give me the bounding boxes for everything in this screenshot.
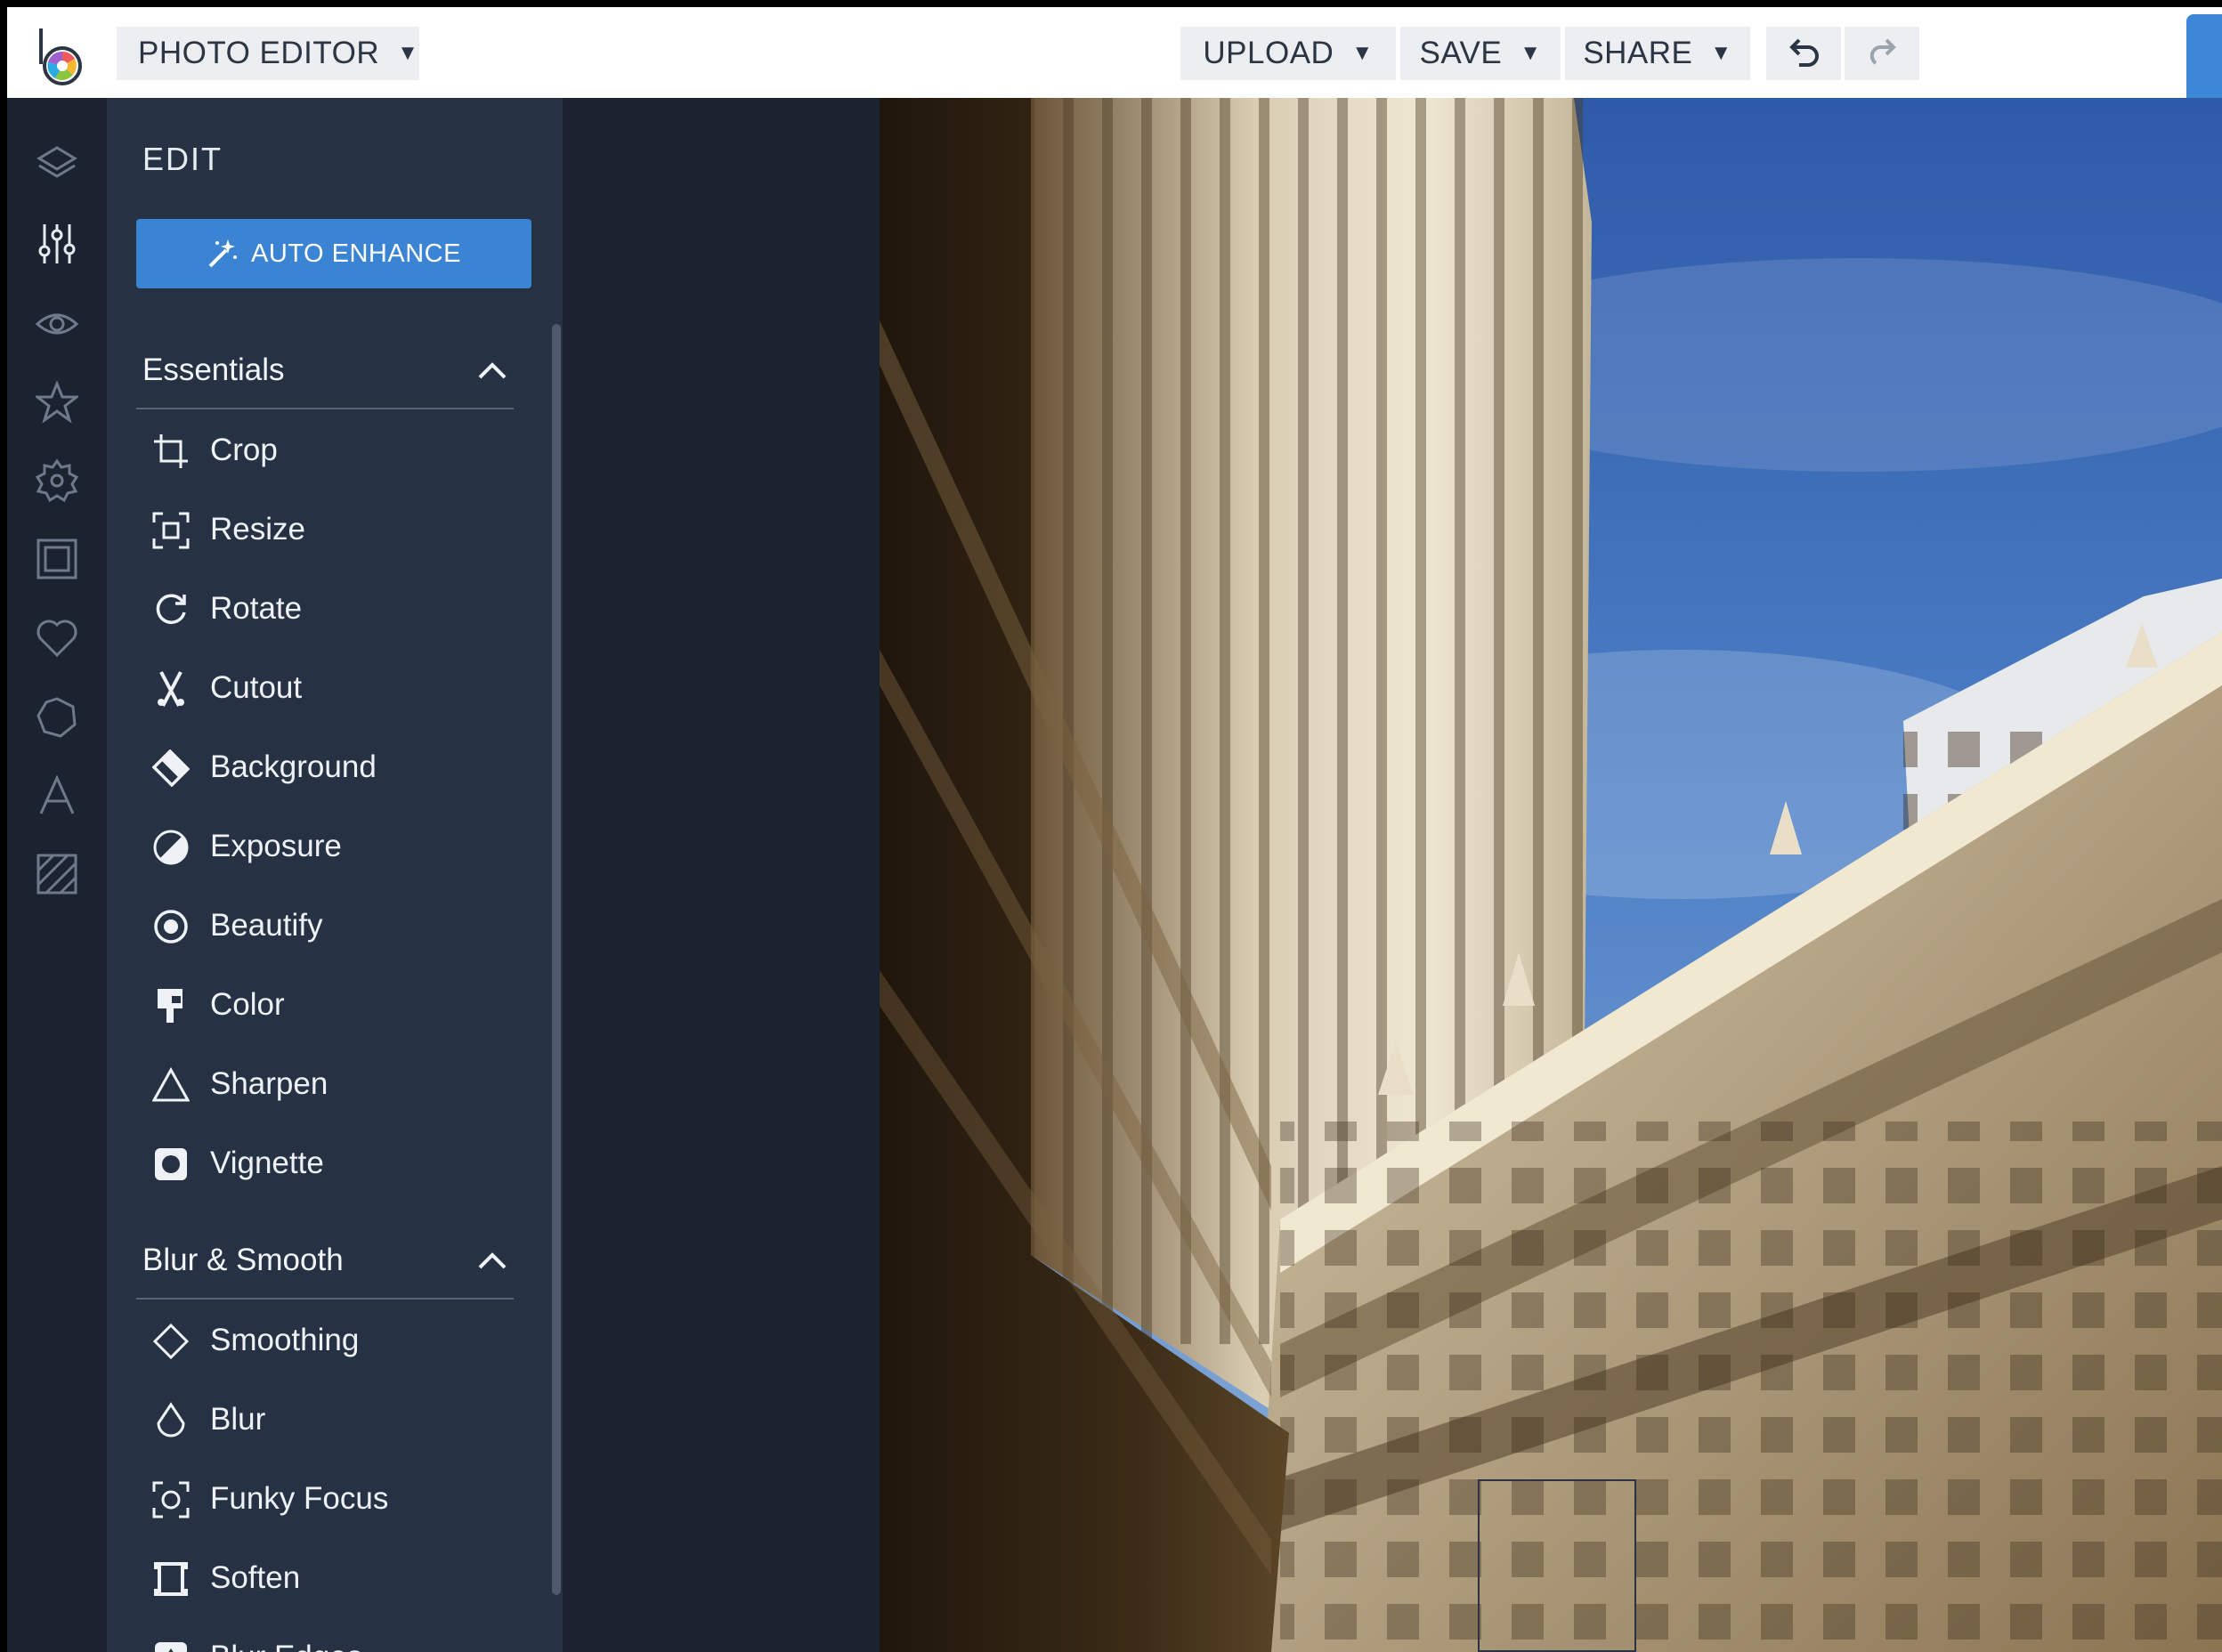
tool-item-label: Funky Focus (210, 1481, 389, 1516)
droplet-icon (157, 1402, 185, 1437)
tool-item-label: Color (210, 987, 285, 1022)
city-buildings-photo[interactable] (880, 98, 2222, 1652)
shape-icon[interactable] (36, 696, 78, 739)
tool-item-label: Cutout (210, 670, 303, 705)
badge-icon[interactable] (36, 459, 78, 502)
tool-item-label: Blur Edges (210, 1640, 362, 1652)
tool-item-cutout[interactable]: Cutout (136, 649, 514, 727)
texture-icon[interactable] (36, 853, 78, 895)
save-button-label: SAVE (1419, 36, 1503, 70)
tool-item-label: Smoothing (210, 1323, 360, 1357)
tool-item-background[interactable]: Background (136, 728, 514, 806)
tool-item-label: Blur (210, 1402, 266, 1437)
beautify-icon (154, 910, 188, 943)
blur-edges-icon (155, 1642, 187, 1652)
tool-item-label: Vignette (210, 1146, 324, 1180)
tool-item-label: Sharpen (210, 1066, 328, 1101)
canvas-background (563, 98, 880, 1652)
text-icon[interactable] (36, 774, 78, 817)
photo-canvas (880, 98, 2222, 1652)
chevron-up-icon (478, 362, 507, 379)
chevron-down-icon: ▼ (397, 41, 419, 65)
photo-editor-menu-button[interactable]: PHOTO EDITOR ▼ (117, 27, 419, 80)
tool-item-rotate[interactable]: Rotate (136, 570, 514, 648)
eraser-icon (152, 749, 190, 787)
save-button[interactable]: SAVE ▼ (1400, 27, 1561, 80)
tool-item-label: Soften (210, 1560, 301, 1595)
crop-icon (154, 434, 188, 468)
tool-item-smoothing[interactable]: Smoothing (136, 1301, 514, 1380)
panel-title: EDIT (142, 141, 223, 177)
tool-item-vignette[interactable]: Vignette (136, 1124, 514, 1203)
chevron-down-icon: ▼ (1710, 41, 1732, 65)
navigator-minimap[interactable] (1478, 1479, 1636, 1652)
tool-item-label: Resize (210, 512, 305, 547)
essentials-section-header[interactable]: Essentials (136, 336, 514, 409)
tool-item-blur-edges[interactable]: Blur Edges (136, 1618, 514, 1652)
tool-item-soften[interactable]: Soften (136, 1539, 514, 1617)
resize-icon (152, 512, 190, 549)
magic-wand-icon (208, 239, 238, 268)
tool-item-label: Crop (210, 433, 278, 467)
blur-smooth-heading: Blur & Smooth (142, 1243, 344, 1277)
scissors-icon (158, 671, 184, 707)
exposure-icon (153, 830, 189, 865)
focus-icon (152, 1481, 190, 1518)
chevron-down-icon: ▼ (1351, 41, 1374, 65)
paint-bucket-icon (158, 989, 182, 1023)
share-button[interactable]: SHARE ▼ (1565, 27, 1750, 80)
tool-item-label: Rotate (210, 591, 303, 626)
layers-icon[interactable] (36, 144, 78, 187)
vignette-icon (155, 1148, 187, 1180)
chevron-down-icon: ▼ (1520, 41, 1542, 65)
tool-item-label: Exposure (210, 829, 342, 863)
upload-button-label: UPLOAD (1203, 36, 1334, 70)
tool-item-label: Beautify (210, 908, 323, 943)
befunky-logo-icon[interactable] (36, 27, 87, 87)
top-toolbar: PHOTO EDITOR ▼ UPLOAD ▼ SAVE ▼ SHARE ▼ (7, 7, 2222, 98)
tool-category-rail (7, 98, 107, 1652)
undo-icon (1789, 38, 1819, 67)
tool-item-blur[interactable]: Blur (136, 1381, 514, 1459)
undo-button[interactable] (1766, 27, 1841, 80)
star-icon[interactable] (36, 381, 78, 424)
tool-item-funky-focus[interactable]: Funky Focus (136, 1460, 514, 1538)
edit-panel: EDIT AUTO ENHANCE Essentials Crop Resize… (107, 98, 563, 1652)
upload-button[interactable]: UPLOAD ▼ (1180, 27, 1396, 80)
photo-editor-menu-label: PHOTO EDITOR (138, 36, 380, 70)
tool-item-crop[interactable]: Crop (136, 411, 514, 490)
tool-item-beautify[interactable]: Beautify (136, 887, 514, 965)
rotate-icon (156, 594, 186, 624)
share-button-label: SHARE (1583, 36, 1693, 70)
redo-icon (1869, 38, 1896, 65)
heart-icon[interactable] (36, 616, 78, 659)
auto-enhance-button[interactable]: AUTO ENHANCE (136, 219, 531, 288)
diamond-icon (152, 1323, 190, 1360)
essentials-heading: Essentials (142, 352, 285, 387)
tool-item-sharpen[interactable]: Sharpen (136, 1045, 514, 1123)
blur-smooth-section-header[interactable]: Blur & Smooth (136, 1227, 514, 1300)
photo-editor-app: PHOTO EDITOR ▼ UPLOAD ▼ SAVE ▼ SHARE ▼ E… (7, 7, 2222, 1652)
frame-icon[interactable] (36, 538, 78, 580)
redo-button[interactable] (1845, 27, 1919, 80)
soften-icon (154, 1562, 188, 1596)
tool-item-resize[interactable]: Resize (136, 490, 514, 569)
chevron-up-icon (478, 1252, 507, 1269)
tool-item-color[interactable]: Color (136, 966, 514, 1044)
tool-item-label: Background (210, 749, 377, 784)
auto-enhance-label: AUTO ENHANCE (251, 239, 461, 268)
triangle-icon (152, 1066, 190, 1102)
panel-scrollbar[interactable] (552, 324, 561, 1595)
eye-icon[interactable] (36, 303, 78, 345)
sliders-icon[interactable] (36, 223, 78, 265)
tool-item-exposure[interactable]: Exposure (136, 807, 514, 886)
